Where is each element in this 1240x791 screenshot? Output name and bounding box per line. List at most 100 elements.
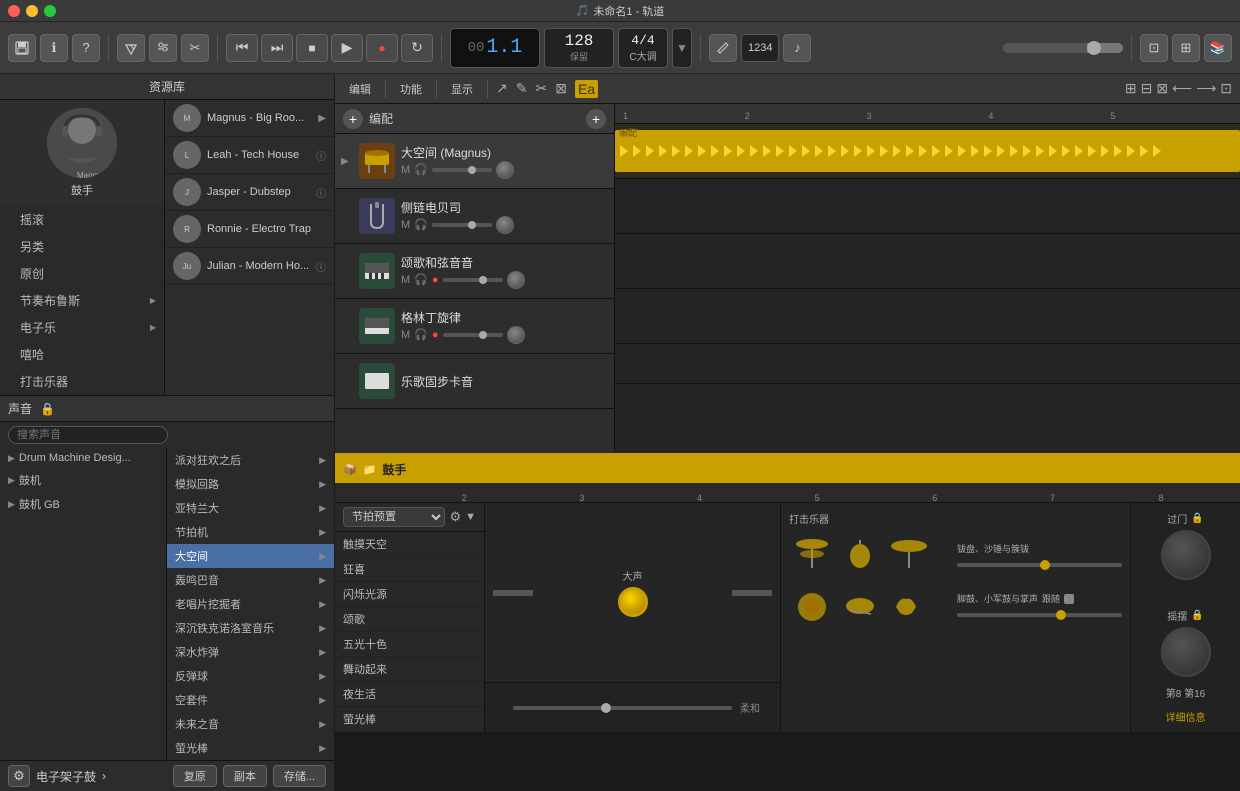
mute-button[interactable]: M bbox=[401, 164, 410, 176]
drummer-leah[interactable]: L Leah - Tech House ⓘ bbox=[165, 137, 334, 174]
arranger-add-button[interactable]: + bbox=[586, 109, 606, 129]
category-item-rock[interactable]: 摇滚 bbox=[0, 206, 164, 233]
track-item-piano[interactable]: 颂歌和弦音音 M 🎧 ● bbox=[335, 244, 614, 299]
category-item-alt[interactable]: 另类 bbox=[0, 233, 164, 260]
preset-group-drum[interactable]: ▶ 鼓机 bbox=[0, 468, 166, 492]
zoom-icon[interactable]: ⊟ bbox=[1141, 80, 1153, 97]
timeline-track-2[interactable] bbox=[615, 179, 1240, 234]
resize-left-icon[interactable]: ⟵ bbox=[1172, 80, 1192, 97]
preset-nightlife[interactable]: 夜生活 bbox=[335, 682, 484, 707]
record-enable-button[interactable]: ● bbox=[432, 274, 439, 286]
save-button[interactable] bbox=[8, 34, 36, 62]
cymbal-volume-slider[interactable] bbox=[957, 563, 1122, 567]
timeline-track-3[interactable] bbox=[615, 234, 1240, 289]
minimize-button[interactable] bbox=[26, 5, 38, 17]
save-preset-button[interactable]: 存储... bbox=[273, 765, 326, 787]
preset-glow[interactable]: 萤光棒 ▶ bbox=[167, 736, 334, 760]
category-item-hiphop[interactable]: 嘻哈 bbox=[0, 341, 164, 368]
preset-colorful[interactable]: 五光十色 bbox=[335, 632, 484, 657]
info-button[interactable]: ℹ bbox=[40, 34, 68, 62]
timeline-track-4[interactable] bbox=[615, 289, 1240, 344]
tempo-display[interactable]: 128 保留 bbox=[544, 28, 614, 68]
restore-button[interactable]: 复原 bbox=[173, 765, 217, 787]
preset-party[interactable]: 派对狂欢之后 ▶ bbox=[167, 448, 334, 472]
detail-link[interactable]: 详细信息 bbox=[1166, 701, 1206, 724]
expand-button[interactable]: ⊡ bbox=[1140, 34, 1168, 62]
swing-knob[interactable] bbox=[1161, 627, 1211, 677]
preset-digger[interactable]: 老唱片挖掘者 ▶ bbox=[167, 592, 334, 616]
track-volume-slider[interactable] bbox=[443, 278, 503, 282]
mute-button[interactable]: M bbox=[401, 219, 410, 231]
grid-button[interactable]: ⊞ bbox=[1172, 34, 1200, 62]
drummer-ronnie[interactable]: R Ronnie - Electro Trap bbox=[165, 211, 334, 248]
preset-bigspace[interactable]: 大空间 ▶ bbox=[167, 544, 334, 568]
add-track-button[interactable]: + bbox=[343, 109, 363, 129]
edit-menu[interactable]: 编辑 bbox=[343, 79, 377, 99]
search-input[interactable] bbox=[8, 426, 168, 444]
copy-button[interactable]: 副本 bbox=[223, 765, 267, 787]
track-item-magnus[interactable]: ▶ 大空间 (Magnus) M bbox=[335, 134, 614, 189]
timeline-track-1[interactable]: 编配 bbox=[615, 124, 1240, 179]
rewind-button[interactable]: ⏮ bbox=[226, 34, 258, 62]
scissors-tool[interactable]: ✂ bbox=[535, 80, 547, 97]
close-button[interactable] bbox=[8, 5, 20, 17]
func-menu[interactable]: 功能 bbox=[394, 79, 428, 99]
track-volume-slider[interactable] bbox=[432, 223, 492, 227]
snare-icon[interactable] bbox=[840, 585, 880, 625]
gate-knob[interactable] bbox=[1161, 530, 1211, 580]
drummer-julian[interactable]: Ju Julian - Modern Ho... ⓘ bbox=[165, 248, 334, 285]
hihat-icon[interactable] bbox=[789, 534, 834, 574]
preset-future[interactable]: 未来之音 ▶ bbox=[167, 712, 334, 736]
de-icon-1[interactable]: 📦 bbox=[343, 463, 357, 476]
preset-bounce[interactable]: 反弹球 ▶ bbox=[167, 664, 334, 688]
preset-flash[interactable]: 闪烁光源 bbox=[335, 582, 484, 607]
record-button[interactable]: ● bbox=[366, 34, 398, 62]
preset-group-gb[interactable]: ▶ 鼓机 GB bbox=[0, 492, 166, 516]
loop-tool[interactable]: ⊠ bbox=[555, 80, 567, 97]
preset-empty[interactable]: 空套件 ▶ bbox=[167, 688, 334, 712]
softhard-slider[interactable] bbox=[513, 706, 732, 710]
library-button[interactable]: 📚 bbox=[1204, 34, 1232, 62]
headphone-button[interactable]: 🎧 bbox=[414, 328, 428, 341]
mute-button[interactable]: M bbox=[401, 329, 410, 341]
preset-atlanta[interactable]: 亚特兰大 ▶ bbox=[167, 496, 334, 520]
crash-icon[interactable] bbox=[886, 534, 931, 574]
midi-tool[interactable]: Ea bbox=[575, 80, 598, 98]
preset-techno[interactable]: 深沉铁克诺洛室音乐 ▶ bbox=[167, 616, 334, 640]
category-item-rnb[interactable]: 节奏布鲁斯 bbox=[0, 287, 164, 314]
time-signature[interactable]: 4/4 C大调 bbox=[618, 28, 668, 68]
smart-controls-icon[interactable]: ⊞ bbox=[1125, 80, 1137, 97]
preset-group-drum-machine[interactable]: ▶ Drum Machine Desig... bbox=[0, 448, 166, 468]
track-volume-slider[interactable] bbox=[432, 168, 492, 172]
kick-icon[interactable] bbox=[789, 582, 834, 627]
stop-button[interactable]: ■ bbox=[296, 34, 328, 62]
record-enable-button[interactable]: ● bbox=[432, 329, 439, 341]
preset-touch-sky[interactable]: 触摸天空 bbox=[335, 532, 484, 557]
timeline-track-5[interactable] bbox=[615, 344, 1240, 384]
pencil-tool[interactable]: ✎ bbox=[516, 80, 528, 97]
preset-depth[interactable]: 深水炸弹 ▶ bbox=[167, 640, 334, 664]
track-pan-knob[interactable] bbox=[496, 161, 514, 179]
de-icon-2[interactable]: 📁 bbox=[363, 463, 377, 476]
preset-gear-icon[interactable]: ⚙ bbox=[449, 509, 461, 525]
track-pan-knob[interactable] bbox=[496, 216, 514, 234]
headphone-button[interactable]: 🎧 bbox=[414, 273, 428, 286]
lcd-arrow-btn[interactable]: ▼ bbox=[672, 28, 692, 68]
preset-dance[interactable]: 舞动起来 bbox=[335, 657, 484, 682]
mixer-button[interactable] bbox=[149, 34, 177, 62]
headphone-button[interactable]: 🎧 bbox=[414, 218, 428, 231]
handclap-icon[interactable] bbox=[886, 585, 926, 625]
tune-button[interactable]: ♪ bbox=[783, 34, 811, 62]
track-pan-knob[interactable] bbox=[507, 326, 525, 344]
cut-button[interactable]: ✂ bbox=[181, 34, 209, 62]
drummer-jasper[interactable]: J Jasper - Dubstep ⓘ bbox=[165, 174, 334, 211]
mute-button[interactable]: M bbox=[401, 274, 410, 286]
preset-ecstasy[interactable]: 狂喜 bbox=[335, 557, 484, 582]
sound-gear-button[interactable]: ⚙ bbox=[8, 765, 30, 787]
play-button[interactable]: ▶ bbox=[331, 34, 363, 62]
help-button[interactable]: ? bbox=[72, 34, 100, 62]
drum-pattern[interactable] bbox=[615, 130, 1240, 172]
fast-forward-button[interactable]: ⏭ bbox=[261, 34, 293, 62]
category-item-electronic[interactable]: 电子乐 bbox=[0, 314, 164, 341]
preset-glow-stick[interactable]: 萤光棒 bbox=[335, 707, 484, 732]
